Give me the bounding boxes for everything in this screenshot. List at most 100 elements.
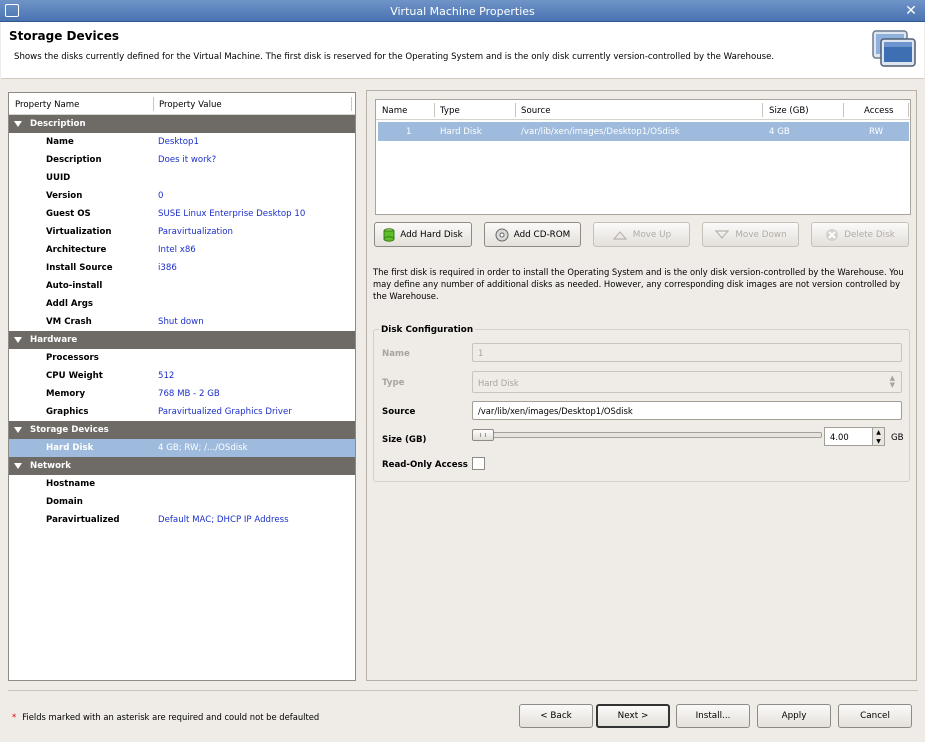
cancel-button[interactable]: Cancel (838, 704, 912, 728)
property-row[interactable]: Name Desktop1 (9, 133, 355, 151)
property-category[interactable]: Network (9, 457, 355, 475)
source-label: Source (382, 407, 416, 417)
next-button[interactable]: Next > (596, 704, 670, 728)
readonly-checkbox[interactable] (472, 457, 485, 470)
property-row[interactable]: Addl Args (9, 295, 355, 313)
disk-table[interactable]: Name Type Source Size (GB) Access 1 Hard… (375, 99, 911, 215)
col-property-value[interactable]: Property Value (159, 100, 222, 110)
property-row[interactable]: CPU Weight 512 (9, 367, 355, 385)
window-title: Virtual Machine Properties (390, 5, 535, 18)
property-name: Graphics (46, 407, 89, 417)
property-row[interactable]: Virtualization Paravirtualization (9, 223, 355, 241)
property-row[interactable]: Paravirtualized Default MAC; DHCP IP Addr… (9, 511, 355, 529)
property-name: Hardware (30, 335, 78, 345)
property-name: Hostname (46, 479, 96, 489)
property-category[interactable]: Storage Devices (9, 421, 355, 439)
spin-up-icon[interactable]: ▲ (873, 428, 884, 437)
property-value: Default MAC; DHCP IP Address (158, 515, 289, 525)
add-hard-disk-button[interactable]: Add Hard Disk (374, 222, 472, 247)
size-spinner[interactable]: 4.00 (824, 427, 874, 446)
property-list-header: Property Name Property Value (9, 93, 355, 115)
property-name: Description (46, 155, 102, 165)
type-select[interactable]: Hard Disk ▲ ▼ (472, 371, 902, 393)
disk-source-cell: /var/lib/xen/images/Desktop1/OSdisk (521, 127, 680, 137)
size-label: Size (GB) (382, 435, 427, 445)
property-category[interactable]: Description (9, 115, 355, 133)
property-row[interactable]: Architecture Intel x86 (9, 241, 355, 259)
property-row[interactable]: UUID (9, 169, 355, 187)
col-property-name[interactable]: Property Name (15, 100, 79, 110)
size-unit: GB (891, 433, 904, 443)
disk-configuration-group: Disk Configuration Name 1 Type Hard Disk… (373, 325, 910, 482)
hard-disk-icon (383, 227, 395, 242)
col-name[interactable]: Name (382, 106, 407, 116)
name-field[interactable]: 1 (472, 343, 902, 362)
delete-icon (826, 228, 839, 241)
property-list[interactable]: Property Name Property Value Description… (8, 92, 356, 681)
close-icon[interactable]: ✕ (903, 3, 919, 19)
property-row[interactable]: Memory 768 MB - 2 GB (9, 385, 355, 403)
col-source[interactable]: Source (521, 106, 551, 116)
property-row[interactable]: Graphics Paravirtualized Graphics Driver (9, 403, 355, 421)
property-name: Network (30, 461, 71, 471)
move-up-label: Move Up (632, 229, 672, 240)
property-row[interactable]: Hostname (9, 475, 355, 493)
install-button[interactable]: Install... (676, 704, 750, 728)
size-slider-handle[interactable] (472, 429, 494, 441)
property-row[interactable]: Description Does it work? (9, 151, 355, 169)
delete-disk-button[interactable]: Delete Disk (811, 222, 909, 247)
disk-name-cell: 1 (406, 127, 412, 137)
property-row[interactable]: Install Source i386 (9, 259, 355, 277)
property-name: CPU Weight (46, 371, 103, 381)
property-category[interactable]: Hardware (9, 331, 355, 349)
expand-triangle-icon[interactable] (14, 121, 22, 127)
delete-disk-label: Delete Disk (844, 229, 895, 240)
expand-triangle-icon[interactable] (14, 427, 22, 433)
property-row[interactable]: Hard Disk 4 GB; RW; /.../OSdisk (9, 439, 355, 457)
col-size[interactable]: Size (GB) (769, 106, 809, 116)
property-value: Shut down (158, 317, 204, 327)
add-cdrom-label: Add CD-ROM (513, 229, 571, 240)
property-name: Auto-install (46, 281, 103, 291)
property-name: Addl Args (46, 299, 94, 309)
disk-configuration-legend: Disk Configuration (379, 325, 476, 335)
spin-down-icon[interactable]: ▼ (873, 437, 884, 446)
name-label: Name (382, 349, 410, 359)
property-row[interactable]: Auto-install (9, 277, 355, 295)
size-slider[interactable] (472, 429, 822, 441)
apply-button[interactable]: Apply (757, 704, 831, 728)
property-value: 768 MB - 2 GB (158, 389, 220, 399)
col-access[interactable]: Access (864, 106, 893, 116)
property-value: Desktop1 (158, 137, 199, 147)
size-spinner-buttons[interactable]: ▲ ▼ (872, 427, 885, 446)
expand-triangle-icon[interactable] (14, 463, 22, 469)
move-up-button[interactable]: Move Up (593, 222, 690, 247)
property-name: Architecture (46, 245, 107, 255)
move-down-label: Move Down (735, 229, 787, 240)
type-label: Type (382, 378, 405, 388)
source-field[interactable]: /var/lib/xen/images/Desktop1/OSdisk (472, 401, 902, 420)
property-value: Paravirtualized Graphics Driver (158, 407, 292, 417)
add-cdrom-button[interactable]: Add CD-ROM (484, 222, 581, 247)
property-name: Install Source (46, 263, 113, 273)
property-row[interactable]: Guest OS SUSE Linux Enterprise Desktop 10 (9, 205, 355, 223)
property-row[interactable]: Processors (9, 349, 355, 367)
move-down-button[interactable]: Move Down (702, 222, 799, 247)
property-value: Does it work? (158, 155, 217, 165)
property-row[interactable]: VM Crash Shut down (9, 313, 355, 331)
property-row[interactable]: Version 0 (9, 187, 355, 205)
col-type[interactable]: Type (440, 106, 460, 116)
property-name: Storage Devices (30, 425, 109, 435)
property-value: i386 (158, 263, 177, 273)
storage-devices-panel: Name Type Source Size (GB) Access 1 Hard… (366, 90, 917, 681)
expand-triangle-icon[interactable] (14, 337, 22, 343)
back-button[interactable]: < Back (519, 704, 593, 728)
table-row[interactable]: 1 Hard Disk /var/lib/xen/images/Desktop1… (378, 122, 909, 141)
disk-info-text: The first disk is required in order to i… (373, 267, 904, 301)
property-value: Intel x86 (158, 245, 196, 255)
disk-size-cell: 4 GB (769, 127, 790, 137)
updown-arrows-icon: ▲ ▼ (889, 374, 895, 389)
asterisk-marker: * (12, 712, 17, 722)
property-row[interactable]: Domain (9, 493, 355, 511)
virtual-machine-icon (872, 30, 916, 67)
